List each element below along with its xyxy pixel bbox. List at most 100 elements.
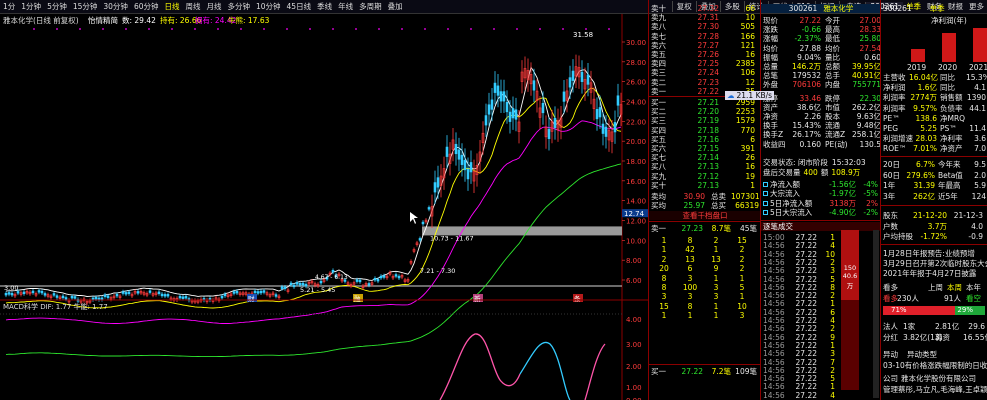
candle-body	[124, 292, 128, 295]
fin-code: 300261	[883, 4, 912, 13]
share-row: 户数 3.7万 4.0	[883, 222, 987, 231]
period-tab[interactable]: 年线	[335, 1, 356, 12]
ask-row[interactable]: 卖五 27.26 16	[651, 50, 759, 59]
bid-volume: 26	[745, 153, 755, 163]
bid-row[interactable]: 买五 27.16 6	[651, 135, 759, 144]
holder-key: 分红	[883, 333, 898, 342]
queue-orders: 109笔	[735, 367, 757, 376]
bid-row[interactable]: 买九 27.12 19	[651, 172, 759, 181]
signal-dot	[194, 28, 196, 30]
kline-chart[interactable]: 雅本化学(日线 前复权) 怡情精简 数: 29.42 持有: 26.66拥有: 24.…	[0, 14, 648, 400]
bid-row[interactable]: 买十 27.13 1	[651, 181, 759, 190]
period-tab[interactable]: 1分	[0, 1, 18, 12]
candle-body	[457, 149, 461, 160]
flow-pct: -5%	[863, 189, 878, 199]
depth-tab[interactable]: 查看千档盘口	[649, 211, 761, 220]
period-tab[interactable]: 周线	[182, 1, 203, 12]
ask-row[interactable]: 卖六 27.27 121	[651, 41, 759, 50]
bid-row[interactable]: 买二 27.20 2253	[651, 107, 759, 116]
quote-value: 27.88	[799, 43, 821, 53]
vote-tab[interactable]: 本周	[947, 283, 962, 292]
bid-price: 27.20	[697, 107, 719, 117]
quote-value: 28.33	[859, 25, 881, 35]
period-tab[interactable]: 月线	[203, 1, 224, 12]
signal-dot	[171, 28, 173, 30]
candle-body	[496, 85, 500, 96]
queue-cell: 1	[661, 236, 667, 245]
quote-value: 9.63亿	[856, 112, 881, 121]
period-tab[interactable]: 5分钟	[44, 1, 70, 12]
period-tab[interactable]: 15分钟	[70, 1, 101, 12]
bid-row[interactable]: 买三 27.19 1579	[651, 116, 759, 125]
fin-key: 净利润	[883, 83, 906, 93]
ask-volume: 12	[745, 77, 755, 87]
scrollbar[interactable]	[873, 230, 879, 398]
ask-row[interactable]: 卖三 27.24 106	[651, 68, 759, 77]
profit-bar	[942, 33, 956, 62]
period-tab[interactable]: 30分钟	[100, 1, 131, 12]
quote-key: 内盘	[825, 80, 840, 90]
fin-key: PEG	[883, 124, 899, 133]
queue-buy-head: 买一 27.22 7.2笔 109笔	[651, 367, 759, 376]
bid-volume: 2253	[735, 107, 755, 117]
ask-volume: 10	[745, 13, 755, 23]
candle-body	[502, 91, 506, 102]
fin-key: 销售额	[940, 93, 963, 103]
period-tab[interactable]: 1分钟	[18, 1, 44, 12]
perf-row: 20日 6.7% 今年来 9.5	[883, 160, 987, 169]
queue-cell: 2	[739, 245, 745, 255]
flow-row: 5日净流入额 3138万 2%	[763, 199, 881, 208]
quote-key: 最高	[825, 25, 840, 35]
queue-cell: 1	[739, 292, 745, 302]
ask-volume: 16	[745, 50, 755, 59]
ask-row[interactable]: 卖十 27.32 66	[651, 4, 759, 13]
quote-value: 706106	[792, 80, 821, 90]
ask-row[interactable]: 卖二 27.23 12	[651, 78, 759, 87]
candle-body	[487, 104, 491, 115]
event-detail[interactable]: 03-10 有价格涨跌幅限制的日收	[883, 361, 987, 370]
bid-row[interactable]: 买七 27.14 26	[651, 153, 759, 162]
candle-body	[568, 77, 572, 88]
fin-row: 主营收16.04亿同比 15.3%	[883, 73, 987, 82]
period-tab[interactable]: 60分钟	[131, 1, 162, 12]
bid-row[interactable]: 买六 27.15 391	[651, 144, 759, 153]
flow-key: 5日净流入额	[770, 198, 813, 208]
tick-tab[interactable]: 逐笔成交	[761, 222, 881, 231]
news-item[interactable]: 2021年年报于4月27日披露	[883, 269, 976, 278]
vote-tab[interactable]: 上周	[928, 283, 943, 292]
period-tab[interactable]: 叠加	[385, 1, 406, 12]
period-tab[interactable]: 日线	[161, 1, 182, 12]
ask-row[interactable]: 卖八 27.30 505	[651, 22, 759, 31]
ask-row[interactable]: 卖九 27.31 10	[651, 13, 759, 22]
ask-row[interactable]: 卖四 27.25 2385	[651, 59, 759, 68]
period-tab[interactable]: 多周期	[356, 1, 385, 12]
quote-key: 资产	[763, 102, 778, 112]
bid-price: 27.12	[697, 171, 719, 181]
bid-row[interactable]: 买四 27.18 770	[651, 126, 759, 135]
news-item[interactable]: 3月29日召开第2次临时股东大会	[883, 259, 987, 268]
bid-price: 27.14	[697, 153, 719, 163]
candle-body	[184, 296, 188, 299]
fin-active-tab[interactable]: 单季	[930, 4, 945, 13]
candle-body	[586, 74, 590, 85]
period-tab[interactable]: 45日线	[284, 1, 315, 12]
fin-key: 净利率	[940, 134, 963, 144]
ask-volume: 106	[740, 68, 755, 78]
period-tab[interactable]: 10分钟	[253, 1, 284, 12]
quote-key: 外盘	[763, 80, 778, 90]
news-item[interactable]: 1月28日年报预告:业绩预增	[883, 249, 975, 258]
vote-tab[interactable]: 本年	[966, 283, 981, 292]
quote-key: 收益四	[763, 139, 786, 149]
ask-level: 卖三	[651, 68, 666, 78]
bid-price: 27.21	[697, 98, 719, 107]
period-tab[interactable]: 多分钟	[224, 1, 253, 12]
signal-dot	[125, 28, 127, 30]
quote-key: 换手Z	[763, 130, 784, 140]
fin-key: 利润增速	[883, 134, 913, 144]
bid-row[interactable]: 买八 27.13 16	[651, 162, 759, 171]
ask-row[interactable]: 卖七 27.28 166	[651, 32, 759, 41]
period-tab[interactable]: 季线	[314, 1, 335, 12]
quote-row: 振幅 9.04% 量比 0.60	[763, 53, 881, 62]
quote-value: 0.60	[864, 52, 881, 62]
summary-volume: 107301	[731, 192, 760, 201]
